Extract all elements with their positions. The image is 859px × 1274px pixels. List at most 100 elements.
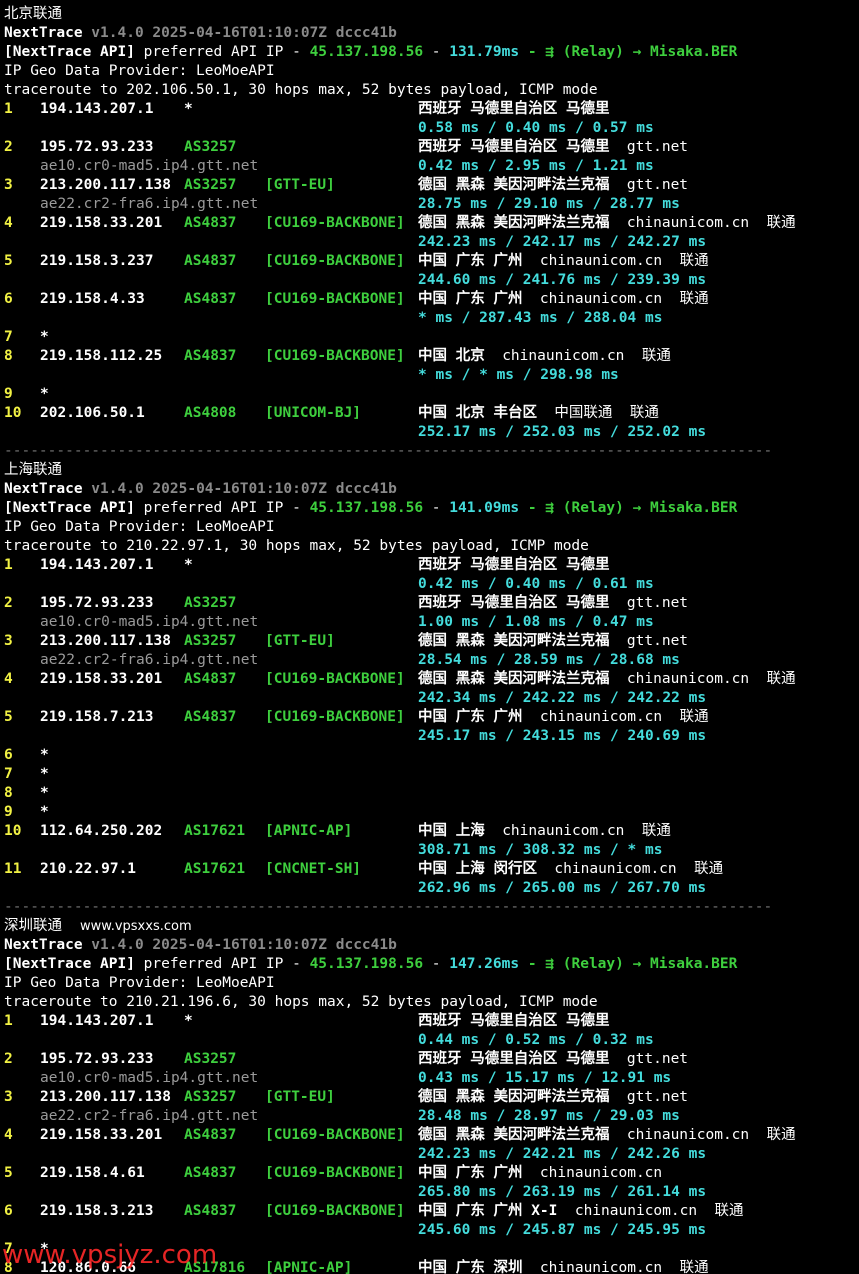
hop-asn: AS3257 bbox=[184, 595, 237, 611]
hop-geo: 中国 上海 闵行区 chinaunicom.cn 联通 bbox=[418, 861, 724, 877]
hop-geo: 德国 黑森 美因河畔法兰克福 chinaunicom.cn 联通 bbox=[418, 1127, 796, 1143]
version-text: v1.4.0 2025-04-16T01:10:07Z dccc41b bbox=[82, 25, 397, 41]
hop-host: chinaunicom.cn 联通 bbox=[609, 1127, 796, 1143]
geo-provider-text: IP Geo Data Provider: LeoMoeAPI bbox=[4, 63, 275, 79]
api-line: [NextTrace API] preferred API IP - 45.13… bbox=[4, 955, 737, 974]
hop-ip: 219.158.33.201 bbox=[40, 215, 163, 231]
hop-geo: 德国 黑森 美因河畔法兰克福 gtt.net bbox=[418, 633, 689, 649]
api-relay: - ⇶ (Relay) → Misaka.BER bbox=[519, 956, 738, 972]
hop-host: gtt.net bbox=[609, 633, 689, 649]
api-text: preferred API IP - bbox=[134, 500, 310, 516]
hop-asn: AS3257 bbox=[184, 633, 237, 649]
hop-ip: 194.143.207.1 bbox=[40, 557, 154, 573]
hop-tag: [UNICOM-BJ] bbox=[265, 405, 362, 421]
hop-ip: 219.158.112.25 bbox=[40, 348, 163, 364]
brand-line: NextTrace v1.4.0 2025-04-16T01:10:07Z dc… bbox=[4, 24, 397, 43]
traceroute-line: traceroute to 210.22.97.1, 30 hops max, … bbox=[4, 537, 589, 556]
hop-tag: [CU169-BACKBONE] bbox=[265, 253, 405, 269]
hop-number: 5 bbox=[4, 709, 13, 725]
hop-number: 8 bbox=[4, 785, 13, 801]
hop-asn: AS17621 bbox=[184, 823, 246, 839]
hop-ip: * bbox=[40, 329, 49, 345]
hop-latency: 28.54 ms / 28.59 ms / 28.68 ms bbox=[418, 652, 680, 668]
hop-host: chinaunicom.cn 联通 bbox=[609, 215, 796, 231]
hop-host: gtt.net bbox=[609, 1051, 689, 1067]
hop-number: 3 bbox=[4, 1089, 13, 1105]
hop-domain: ae10.cr0-mad5.ip4.gtt.net bbox=[40, 614, 259, 630]
hop-asn: AS3257 bbox=[184, 177, 237, 193]
section-title-text: 深圳联通 bbox=[4, 918, 62, 934]
hop-asn: AS4837 bbox=[184, 1165, 237, 1181]
hop-asn: AS4837 bbox=[184, 291, 237, 307]
hop-ip: 219.158.3.237 bbox=[40, 253, 154, 269]
hop-tag: [GTT-EU] bbox=[265, 1089, 335, 1105]
hop-geo: 中国 广东 广州 chinaunicom.cn 联通 bbox=[418, 253, 709, 269]
hop-ip: 195.72.93.233 bbox=[40, 1051, 154, 1067]
hop-number: 4 bbox=[4, 1127, 13, 1143]
hop-ip: * bbox=[40, 386, 49, 402]
geo-provider-text: IP Geo Data Provider: LeoMoeAPI bbox=[4, 519, 275, 535]
hop-asn: AS4837 bbox=[184, 1127, 237, 1143]
hop-latency: 265.80 ms / 263.19 ms / 261.14 ms bbox=[418, 1184, 707, 1200]
hop-tag: [CU169-BACKBONE] bbox=[265, 709, 405, 725]
section-title: 深圳联通 www.vpsxxs.com bbox=[4, 917, 192, 936]
hop-geo: 中国 广东 广州 chinaunicom.cn 联通 bbox=[418, 291, 709, 307]
hop-number: 1 bbox=[4, 1013, 13, 1029]
geo-provider-line: IP Geo Data Provider: LeoMoeAPI bbox=[4, 518, 275, 537]
terminal-output: 北京联通 NextTrace v1.4.0 2025-04-16T01:10:07… bbox=[0, 0, 859, 1274]
api-ip: 45.137.198.56 bbox=[309, 44, 424, 60]
hop-geo: 西班牙 马德里自治区 马德里 gtt.net bbox=[418, 139, 689, 155]
separator: ----------------------------------------… bbox=[4, 442, 772, 461]
hop-number: 10 bbox=[4, 823, 22, 839]
hop-host: gtt.net bbox=[609, 177, 689, 193]
hop-tag: [CNCNET-SH] bbox=[265, 861, 362, 877]
hop-number: 2 bbox=[4, 595, 13, 611]
hop-ip: 213.200.117.138 bbox=[40, 1089, 171, 1105]
watermark-inline: www.vpsxxs.com bbox=[80, 919, 192, 934]
hop-domain: ae22.cr2-fra6.ip4.gtt.net bbox=[40, 196, 259, 212]
traceroute-text: traceroute to 202.106.50.1, 30 hops max,… bbox=[4, 82, 598, 98]
hop-asn: AS4837 bbox=[184, 671, 237, 687]
api-relay: - ⇶ (Relay) → Misaka.BER bbox=[519, 500, 738, 516]
hop-tag: [APNIC-AP] bbox=[265, 823, 353, 839]
hop-number: 8 bbox=[4, 348, 13, 364]
hop-number: 9 bbox=[4, 804, 13, 820]
api-prefix: [NextTrace API] bbox=[4, 500, 135, 516]
hop-host: chinaunicom.cn 联通 bbox=[609, 671, 796, 687]
hop-ip: 195.72.93.233 bbox=[40, 139, 154, 155]
hop-number: 2 bbox=[4, 139, 13, 155]
hop-number: 11 bbox=[4, 861, 22, 877]
watermark-bottom: www.vpsjyz.com bbox=[2, 1240, 218, 1270]
api-latency: 131.79ms bbox=[449, 44, 520, 60]
hop-geo: 西班牙 马德里自治区 马德里 gtt.net bbox=[418, 595, 689, 611]
hop-host: 中国联通 联通 bbox=[536, 405, 659, 421]
hop-host: chinaunicom.cn 联通 bbox=[484, 348, 671, 364]
hop-number: 1 bbox=[4, 557, 13, 573]
hop-geo: 西班牙 马德里自治区 马德里 gtt.net bbox=[418, 1051, 689, 1067]
hop-tag: [CU169-BACKBONE] bbox=[265, 671, 405, 687]
api-ip: 45.137.198.56 bbox=[309, 956, 424, 972]
hop-asn: AS4837 bbox=[184, 1203, 237, 1219]
api-line: [NextTrace API] preferred API IP - 45.13… bbox=[4, 43, 737, 62]
api-prefix: [NextTrace API] bbox=[4, 956, 135, 972]
hop-latency: 242.23 ms / 242.17 ms / 242.27 ms bbox=[418, 234, 707, 250]
api-text: preferred API IP - bbox=[134, 44, 310, 60]
hop-geo: 中国 广东 广州 chinaunicom.cn 联通 bbox=[418, 709, 709, 725]
hop-number: 6 bbox=[4, 747, 13, 763]
section-title-text: 上海联通 bbox=[4, 462, 62, 478]
hop-ip: * bbox=[40, 804, 49, 820]
hop-geo: 中国 上海 chinaunicom.cn 联通 bbox=[418, 823, 671, 839]
hop-ip: 219.158.4.33 bbox=[40, 291, 145, 307]
hop-latency: 262.96 ms / 265.00 ms / 267.70 ms bbox=[418, 880, 707, 896]
hop-geo: 中国 广东 广州 chinaunicom.cn bbox=[418, 1165, 663, 1181]
hop-geo: 中国 北京 chinaunicom.cn 联通 bbox=[418, 348, 671, 364]
hop-domain: ae10.cr0-mad5.ip4.gtt.net bbox=[40, 1070, 259, 1086]
hop-latency: 252.17 ms / 252.03 ms / 252.02 ms bbox=[418, 424, 707, 440]
hop-ip: * bbox=[40, 747, 49, 763]
hop-ip: 195.72.93.233 bbox=[40, 595, 154, 611]
geo-provider-text: IP Geo Data Provider: LeoMoeAPI bbox=[4, 975, 275, 991]
geo-provider-line: IP Geo Data Provider: LeoMoeAPI bbox=[4, 974, 275, 993]
hop-ip: 219.158.33.201 bbox=[40, 671, 163, 687]
hop-host: chinaunicom.cn 联通 bbox=[522, 709, 709, 725]
hop-number: 2 bbox=[4, 1051, 13, 1067]
